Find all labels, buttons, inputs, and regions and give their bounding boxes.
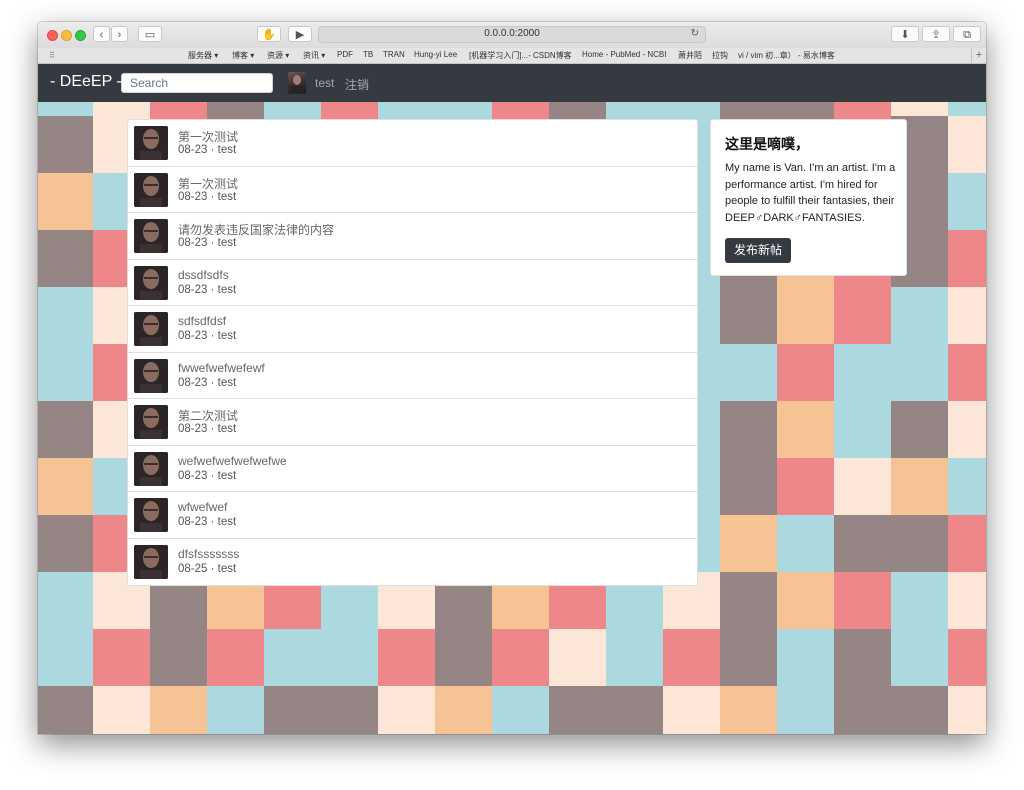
post-meta: 08-23 · test — [178, 330, 237, 342]
chevron-left-icon: ‹ — [99, 29, 104, 41]
chevron-right-icon: › — [117, 29, 122, 41]
nav-username-link[interactable]: test — [315, 76, 334, 90]
post-title-link[interactable]: fwwefwefwefewf — [178, 361, 265, 375]
intro-card: 这里是嘀噗， My name is Van. I'm an artist. I'… — [710, 119, 907, 276]
address-bar[interactable]: 0.0.0.0:2000 ↻ — [318, 26, 706, 43]
post-meta: 08-23 · test — [178, 469, 237, 482]
logout-link[interactable]: 注销 — [345, 76, 369, 93]
bookmark-item[interactable]: 资源 ▾ — [267, 50, 289, 61]
bookmark-item[interactable]: vi / vim 初...章） - 易水博客 — [738, 50, 835, 61]
post-meta: 08-23 · test — [178, 423, 237, 435]
tabs-icon: ⧉ — [963, 29, 971, 41]
post-list-item[interactable]: 第一次测试 08-23 · test — [128, 167, 697, 213]
media-button[interactable]: ▶ — [288, 26, 312, 42]
post-title-link[interactable]: 第二次测试 — [178, 407, 238, 424]
avatar — [134, 451, 168, 486]
sidebar-toggle-button[interactable]: ▭ — [138, 26, 162, 42]
post-meta: 08-23 · test — [178, 237, 237, 249]
add-bookmark-button[interactable]: + — [971, 48, 986, 63]
post-list-item[interactable]: wfwefwef 08-23 · test — [128, 492, 697, 539]
post-meta: 08-23 · test — [178, 283, 237, 296]
avatar — [134, 544, 168, 579]
bookmark-item[interactable]: Home - PubMed - NCBI — [582, 50, 666, 59]
post-list-item[interactable]: fwwefwefwefewf 08-23 · test — [128, 353, 697, 399]
navbar: - DEeEP - test 注销 — [38, 64, 986, 102]
browser-toolbar: ‹ › ▭ ✋ ▶ 0.0.0.0:2000 ↻ ⬇ ⇪ ⧉ — [38, 22, 986, 48]
post-title-link[interactable]: wefwefwefwefwefwe — [178, 454, 287, 468]
post-meta: 08-23 · test — [178, 144, 237, 156]
brand-logo[interactable]: - DEeEP - — [50, 73, 122, 91]
grid-icon[interactable]: ⠿ — [49, 51, 55, 60]
hand-icon: ✋ — [262, 29, 276, 41]
post-list-item[interactable]: dfsfsssssss 08-25 · test — [128, 539, 697, 586]
post-list-item[interactable]: sdfsdfdsf 08-23 · test — [128, 306, 697, 353]
post-title-link[interactable]: 请勿发表违反国家法律的内容 — [178, 221, 334, 238]
browser-window: ‹ › ▭ ✋ ▶ 0.0.0.0:2000 ↻ ⬇ ⇪ ⧉ ⠿ 服务器 ▾ 博… — [38, 22, 986, 734]
avatar — [134, 498, 168, 532]
avatar — [134, 126, 168, 160]
post-list-item[interactable]: wefwefwefwefwefwe 08-23 · test — [128, 446, 697, 492]
bookmark-item[interactable]: 博客 ▾ — [232, 50, 254, 61]
card-title: 这里是嘀噗， — [725, 136, 809, 152]
card-text: My name is Van. I'm an artist. I'm a per… — [725, 162, 896, 224]
share-icon: ⇪ — [931, 29, 941, 41]
post-meta: 08-23 · test — [178, 516, 237, 528]
search-input[interactable] — [121, 73, 273, 93]
bookmark-item[interactable]: 服务器 ▾ — [188, 50, 218, 61]
download-icon: ⬇ — [900, 29, 910, 41]
minimize-window-button[interactable] — [61, 30, 72, 41]
avatar — [134, 265, 168, 300]
avatar — [134, 405, 168, 439]
bookmark-item[interactable]: TRAN — [383, 50, 405, 59]
post-meta: 08-23 · test — [178, 376, 237, 389]
post-list-item[interactable]: dssdfsdfs 08-23 · test — [128, 260, 697, 306]
post-meta: 08-25 · test — [178, 562, 237, 575]
forward-button[interactable]: › — [111, 26, 128, 42]
post-list-item[interactable]: 第二次测试 08-23 · test — [128, 399, 697, 446]
new-post-button[interactable]: 发布新帖 — [725, 238, 792, 263]
bookmark-item[interactable]: 拉钩 — [712, 50, 728, 61]
avatar — [134, 219, 168, 253]
post-list-item[interactable]: 第一次测试 08-23 · test — [128, 120, 697, 167]
web-page: - DEeEP - test 注销 第一次测试 08-23 · test 第一次… — [38, 64, 986, 734]
post-title-link[interactable]: dssdfsdfs — [178, 268, 229, 282]
post-list-item[interactable]: 请勿发表违反国家法律的内容 08-23 · test — [128, 213, 697, 260]
post-title-link[interactable]: sdfsdfdsf — [178, 314, 226, 328]
back-button[interactable]: ‹ — [93, 26, 110, 42]
reload-icon[interactable]: ↻ — [691, 28, 699, 39]
post-title-link[interactable]: 第一次测试 — [178, 128, 238, 145]
post-list: 第一次测试 08-23 · test 第一次测试 08-23 · test 请勿… — [127, 119, 698, 586]
avatar — [134, 172, 168, 207]
bookmark-item[interactable]: 资讯 ▾ — [303, 50, 325, 61]
avatar — [134, 358, 168, 393]
url-text: 0.0.0.0:2000 — [484, 28, 540, 39]
bookmark-item[interactable]: Hung-yi Lee — [414, 50, 457, 59]
bookmark-item[interactable]: PDF — [337, 50, 353, 59]
bookmark-item[interactable]: 萧井陌 — [678, 50, 702, 61]
post-title-link[interactable]: 第一次测试 — [178, 175, 238, 192]
post-title-link[interactable]: wfwefwef — [178, 500, 227, 514]
zoom-window-button[interactable] — [75, 30, 86, 41]
close-window-button[interactable] — [47, 30, 58, 41]
downloads-button[interactable]: ⬇ — [891, 26, 919, 42]
bookmark-item[interactable]: [机器学习入门]...- CSDN博客 — [469, 50, 572, 61]
avatar[interactable] — [288, 72, 306, 94]
post-title-link[interactable]: dfsfsssssss — [178, 547, 239, 561]
share-button[interactable]: ⇪ — [922, 26, 950, 42]
tabs-button[interactable]: ⧉ — [953, 26, 981, 42]
avatar — [134, 312, 168, 346]
post-meta: 08-23 · test — [178, 190, 237, 203]
sidebar-icon: ▭ — [144, 29, 156, 41]
bookmark-item[interactable]: TB — [363, 50, 373, 59]
play-icon: ▶ — [295, 29, 305, 41]
hand-tool-button[interactable]: ✋ — [257, 26, 281, 42]
bookmarks-bar: ⠿ 服务器 ▾ 博客 ▾ 资源 ▾ 资讯 ▾ PDF TB TRAN Hung-… — [38, 48, 986, 64]
